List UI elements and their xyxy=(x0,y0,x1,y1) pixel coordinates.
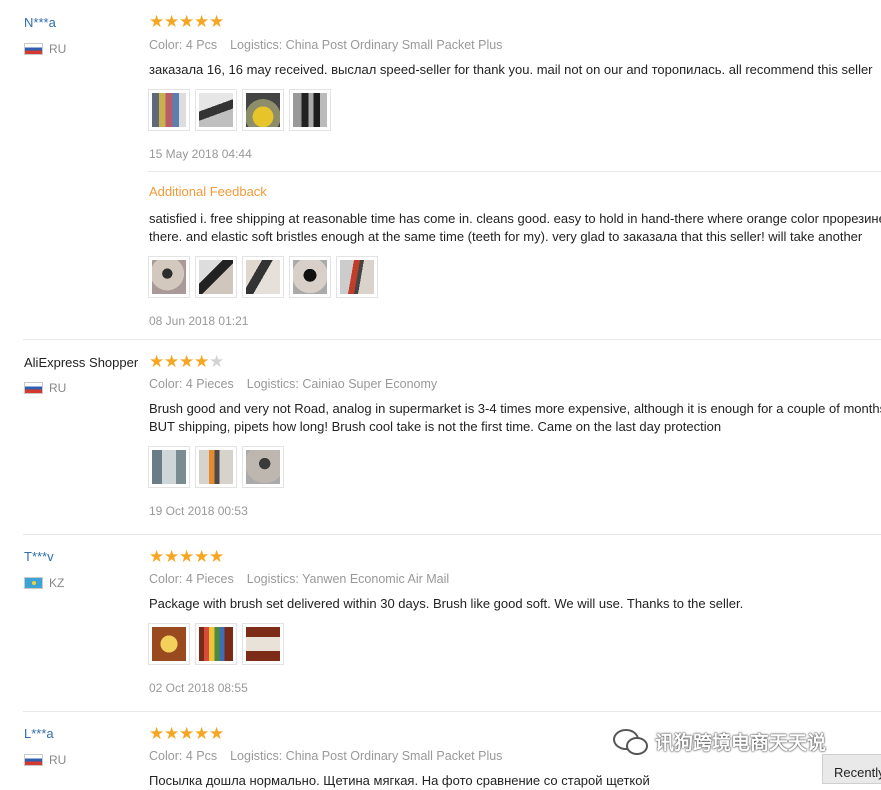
star-icon: ★ xyxy=(179,352,195,371)
additional-feedback-text-line-1: satisfied i. free shipping at reasonable… xyxy=(149,211,881,226)
country-code: RU xyxy=(49,753,67,767)
review-text-line-2: BUT shipping, pipets how long! Brush coo… xyxy=(149,419,722,434)
additional-divider xyxy=(148,171,881,172)
country-code: RU xyxy=(49,381,67,395)
review-photo-thumbnail[interactable] xyxy=(148,256,190,298)
star-icon: ★ xyxy=(149,12,165,31)
star-icon: ★ xyxy=(164,724,180,743)
review-photo-thumbnail[interactable] xyxy=(289,256,331,298)
star-icon: ★ xyxy=(164,12,180,31)
review-divider xyxy=(23,534,881,535)
review-photo-thumbnail[interactable] xyxy=(195,446,237,488)
review-photo-thumbnail[interactable] xyxy=(242,256,284,298)
review-photo-thumbnail[interactable] xyxy=(148,446,190,488)
additional-feedback-label: Additional Feedback xyxy=(149,184,267,199)
order-info: Color: 4 Pieces Logistics: Cainiao Super … xyxy=(149,377,437,391)
kazakhstan-flag-icon xyxy=(24,577,43,589)
review-photos xyxy=(148,623,284,665)
review-divider xyxy=(23,339,881,340)
review-date: 02 Oct 2018 08:55 xyxy=(149,681,248,695)
star-icon: ★ xyxy=(179,547,195,566)
star-rating: ★ ★ ★ ★ ★ xyxy=(149,724,225,743)
review-text: заказала 16, 16 may received. выслал spe… xyxy=(149,62,873,77)
logistics-info: Logistics: China Post Ordinary Small Pac… xyxy=(230,749,503,763)
reviewer-country: RU xyxy=(24,42,66,56)
review-date: 15 May 2018 04:44 xyxy=(149,147,252,161)
star-icon: ★ xyxy=(179,12,195,31)
reviewer-name: AliExpress Shopper xyxy=(24,355,139,370)
review-photo-thumbnail[interactable] xyxy=(195,256,237,298)
review-photo-thumbnail[interactable] xyxy=(242,89,284,131)
review-date: 19 Oct 2018 00:53 xyxy=(149,504,248,518)
star-icon: ★ xyxy=(179,724,195,743)
order-info: Color: 4 Pcs Logistics: China Post Ordina… xyxy=(149,749,502,763)
star-icon: ★ xyxy=(209,12,225,31)
review-text: Package with brush set delivered within … xyxy=(149,596,744,611)
wechat-watermark: 讯狗跨境电商天天说 xyxy=(613,728,826,755)
additional-feedback-text-line-2: there. and elastic soft bristles enough … xyxy=(149,229,863,244)
reviewer-name[interactable]: L***a xyxy=(24,726,54,741)
star-rating: ★ ★ ★ ★ ★ xyxy=(149,352,225,371)
review-photos xyxy=(148,89,331,131)
star-icon: ★ xyxy=(194,352,210,371)
star-icon: ★ xyxy=(149,724,165,743)
order-info: Color: 4 Pieces Logistics: Yanwen Economi… xyxy=(149,572,449,586)
reviewer-country: RU xyxy=(24,381,66,395)
logistics-info: Logistics: Yanwen Economic Air Mail xyxy=(246,572,450,586)
star-icon: ★ xyxy=(164,352,180,371)
review-divider xyxy=(23,711,881,712)
color-info: Color: 4 Pcs xyxy=(149,38,218,52)
wechat-icon xyxy=(613,728,648,755)
review-photos xyxy=(148,446,284,488)
color-info: Color: 4 Pieces xyxy=(149,377,234,391)
reviewer-country: KZ xyxy=(24,576,64,590)
recently-viewed-button[interactable]: Recently xyxy=(822,754,881,784)
star-icon: ★ xyxy=(194,12,210,31)
logistics-info: Logistics: China Post Ordinary Small Pac… xyxy=(230,38,503,52)
country-code: KZ xyxy=(49,576,65,590)
star-icon: ★ xyxy=(194,724,210,743)
reviewer-name[interactable]: T***v xyxy=(24,549,54,564)
star-rating: ★ ★ ★ ★ ★ xyxy=(149,547,225,566)
russia-flag-icon xyxy=(24,43,43,55)
review-photo-thumbnail[interactable] xyxy=(242,623,284,665)
star-icon: ★ xyxy=(194,547,210,566)
color-info: Color: 4 Pieces xyxy=(149,572,234,586)
star-icon: ★ xyxy=(164,547,180,566)
review-photo-thumbnail[interactable] xyxy=(242,446,284,488)
review-photo-thumbnail[interactable] xyxy=(148,89,190,131)
review-photo-thumbnail[interactable] xyxy=(148,623,190,665)
star-rating: ★ ★ ★ ★ ★ xyxy=(149,12,225,31)
star-icon: ★ xyxy=(209,724,225,743)
color-info: Color: 4 Pcs xyxy=(149,749,218,763)
reviewer-country: RU xyxy=(24,753,66,767)
star-icon: ★ xyxy=(209,547,225,566)
review-text: Посылка дошла нормально. Щетина мягкая. … xyxy=(149,773,650,788)
country-code: RU xyxy=(49,42,67,56)
additional-feedback-date: 08 Jun 2018 01:21 xyxy=(149,314,249,328)
review-photo-thumbnail[interactable] xyxy=(195,89,237,131)
star-empty-icon: ★ xyxy=(209,352,225,371)
logistics-info: Logistics: Cainiao Super Economy xyxy=(246,377,438,391)
russia-flag-icon xyxy=(24,382,43,394)
star-icon: ★ xyxy=(149,352,165,371)
review-photo-thumbnail[interactable] xyxy=(336,256,378,298)
reviewer-name[interactable]: N***a xyxy=(24,15,56,30)
review-text-line-1: Brush good and very not Road, analog in … xyxy=(149,401,881,416)
review-photo-thumbnail[interactable] xyxy=(195,623,237,665)
watermark-text: 讯狗跨境电商天天说 xyxy=(655,733,827,754)
russia-flag-icon xyxy=(24,754,43,766)
review-photo-thumbnail[interactable] xyxy=(289,89,331,131)
star-icon: ★ xyxy=(149,547,165,566)
order-info: Color: 4 Pcs Logistics: China Post Ordina… xyxy=(149,38,502,52)
additional-photos xyxy=(148,256,378,298)
